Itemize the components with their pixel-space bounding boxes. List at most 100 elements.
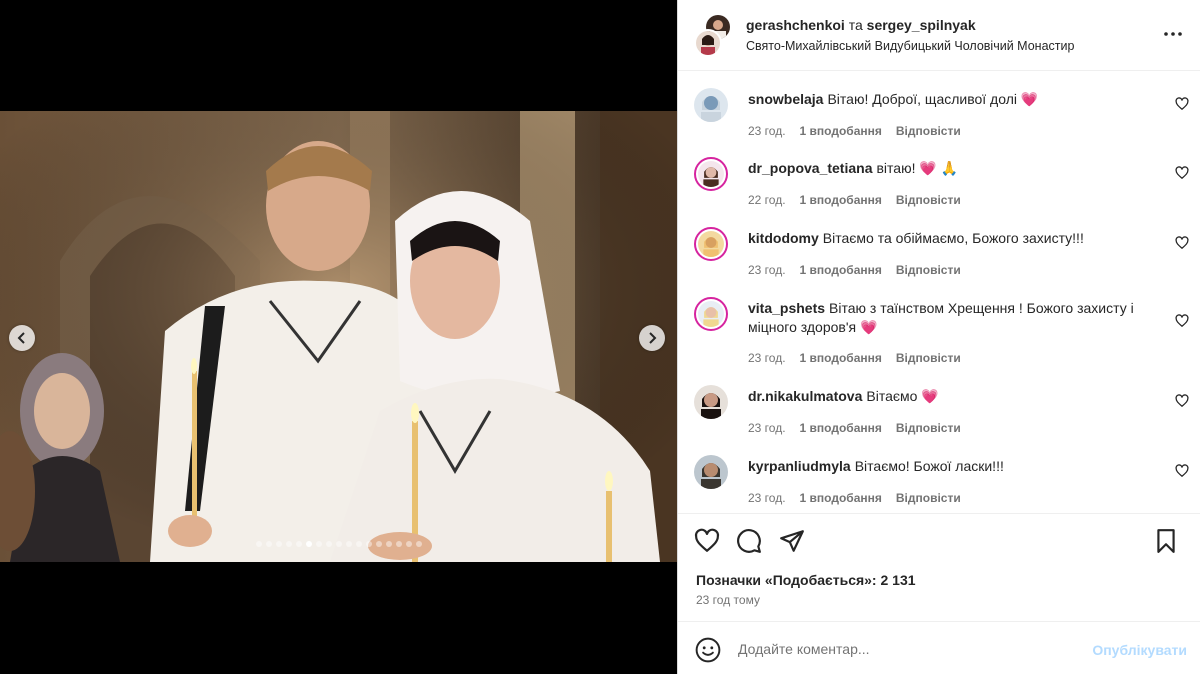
more-options-button[interactable] — [1161, 22, 1185, 46]
add-comment-bar: Опублікувати — [678, 621, 1200, 674]
carousel-dot — [315, 541, 322, 547]
share-paper-plane-icon[interactable] — [779, 528, 805, 554]
likes-count[interactable]: Позначки «Подобається»: 2 131 — [696, 572, 916, 588]
more-horizontal-icon — [1164, 32, 1182, 36]
carousel-dot — [265, 541, 272, 547]
post-timestamp: 23 год тому — [696, 593, 760, 607]
location-link[interactable]: Свято-Михайлівський Видубицький Чоловічи… — [746, 39, 1074, 53]
comment-like-heart-icon[interactable] — [1175, 97, 1189, 111]
comment-text: вітаю! — [876, 160, 916, 176]
next-photo-button[interactable] — [639, 325, 665, 351]
comment-username[interactable]: dr_popova_tetiana — [748, 160, 872, 176]
comment-username[interactable]: dr.nikakulmatova — [748, 388, 862, 404]
carousel-dot — [395, 541, 402, 547]
avatar[interactable] — [694, 157, 728, 191]
carousel-dot — [335, 541, 342, 547]
comment-time: 23 год. — [748, 351, 786, 365]
reply-button[interactable]: Відповісти — [896, 263, 961, 277]
comment-item: snowbelaja Вітаю! Доброї, щасливої долі 💗… — [678, 72, 1200, 142]
publish-comment-button[interactable]: Опублікувати — [1092, 642, 1187, 658]
comment-like-heart-icon[interactable] — [1175, 314, 1189, 328]
carousel-indicator — [0, 541, 677, 547]
carousel-dot — [415, 541, 422, 547]
comment-body: dr.nikakulmatova Вітаємо 💗 — [748, 387, 1148, 406]
comment-meta: 23 год. 1 вподобання Відповісти — [748, 263, 961, 277]
avatar[interactable] — [694, 455, 728, 489]
save-bookmark-icon[interactable] — [1153, 528, 1179, 554]
post-header-text: gerashchenkoi та sergey_spilnyak Свято-М… — [746, 17, 1074, 53]
comment-text: Вітаю! Доброї, щасливої долі — [827, 91, 1017, 107]
comment-item: dr.nikakulmatova Вітаємо 💗 23 год. 1 вподоб… — [678, 369, 1200, 439]
chevron-left-icon — [17, 332, 25, 344]
comment-text: Вітаємо! Божої ласки!!! — [854, 458, 1004, 474]
comment-body: snowbelaja Вітаю! Доброї, щасливої долі 💗 — [748, 90, 1148, 109]
comment-username[interactable]: snowbelaja — [748, 91, 823, 107]
comment-like-heart-icon[interactable] — [1175, 236, 1189, 250]
previous-photo-button[interactable] — [9, 325, 35, 351]
comment-time: 23 год. — [748, 124, 786, 138]
comment-likes[interactable]: 1 вподобання — [800, 491, 882, 505]
comment-username[interactable]: kyrpanliudmyla — [748, 458, 851, 474]
avatar[interactable] — [694, 29, 722, 57]
comment-item: vita_pshets Вітаю з таїнством Хрещення ! … — [678, 281, 1200, 369]
comment-meta: 23 год. 1 вподобання Відповісти — [748, 124, 961, 138]
carousel-dot — [255, 541, 262, 547]
comment-likes[interactable]: 1 вподобання — [800, 421, 882, 435]
comment-time: 22 год. — [748, 193, 786, 207]
reply-button[interactable]: Відповісти — [896, 193, 961, 207]
avatar[interactable] — [694, 297, 728, 331]
reply-button[interactable]: Відповісти — [896, 491, 961, 505]
reply-button[interactable]: Відповісти — [896, 124, 961, 138]
carousel-dot — [365, 541, 372, 547]
comment-meta: 22 год. 1 вподобання Відповісти — [748, 193, 961, 207]
carousel-dot — [325, 541, 332, 547]
username-link[interactable]: gerashchenkoi — [746, 17, 845, 33]
chevron-right-icon — [649, 332, 657, 344]
collab-avatars[interactable] — [694, 13, 734, 57]
avatar[interactable] — [694, 385, 728, 419]
avatar[interactable] — [694, 88, 728, 122]
emoji-smiley-icon[interactable] — [695, 637, 721, 663]
comment-time: 23 год. — [748, 421, 786, 435]
carousel-dot — [295, 541, 302, 547]
comment-item: dr_popova_tetiana вітаю! 💗 🙏 22 год. 1 впод… — [678, 141, 1200, 211]
comment-meta: 23 год. 1 вподобання Відповісти — [748, 421, 961, 435]
reply-button[interactable]: Відповісти — [896, 421, 961, 435]
comment-like-heart-icon[interactable] — [1175, 394, 1189, 408]
username-link[interactable]: sergey_spilnyak — [867, 17, 976, 33]
avatar[interactable] — [694, 227, 728, 261]
post-details-panel: gerashchenkoi та sergey_spilnyak Свято-М… — [677, 0, 1200, 674]
carousel-dot — [305, 541, 312, 547]
comment-likes[interactable]: 1 вподобання — [800, 351, 882, 365]
comment-time: 23 год. — [748, 491, 786, 505]
comment-username[interactable]: kitdodomy — [748, 230, 819, 246]
comment-item: kyrpanliudmyla Вітаємо! Божої ласки!!! 23… — [678, 439, 1200, 509]
post-actions-bar — [678, 513, 1200, 567]
comment-emoji: 💗 — [921, 388, 939, 404]
comment-username[interactable]: vita_pshets — [748, 300, 825, 316]
post-authors: gerashchenkoi та sergey_spilnyak — [746, 17, 1074, 33]
carousel-dot — [385, 541, 392, 547]
comment-like-heart-icon[interactable] — [1175, 464, 1189, 478]
comment-likes[interactable]: 1 вподобання — [800, 193, 882, 207]
post-header: gerashchenkoi та sergey_spilnyak Свято-М… — [678, 0, 1200, 71]
carousel-dot — [355, 541, 362, 547]
post-photo[interactable] — [0, 111, 677, 562]
comment-body: dr_popova_tetiana вітаю! 💗 🙏 — [748, 159, 1148, 178]
comment-like-heart-icon[interactable] — [1175, 166, 1189, 180]
comment-likes[interactable]: 1 вподобання — [800, 263, 882, 277]
like-heart-icon[interactable] — [694, 528, 720, 554]
comment-item: kitdodomy Вітаємо та обіймаємо, Божого за… — [678, 211, 1200, 281]
comment-bubble-icon[interactable] — [736, 528, 762, 554]
comment-body: kitdodomy Вітаємо та обіймаємо, Божого за… — [748, 229, 1148, 248]
comment-body: vita_pshets Вітаю з таїнством Хрещення ! … — [748, 299, 1148, 337]
comment-likes[interactable]: 1 вподобання — [800, 124, 882, 138]
comment-emoji: 💗 — [859, 319, 878, 335]
comment-input[interactable] — [738, 635, 1078, 663]
media-pane — [0, 0, 677, 674]
comment-time: 23 год. — [748, 263, 786, 277]
reply-button[interactable]: Відповісти — [896, 351, 961, 365]
comment-emoji: 💗 — [1020, 91, 1039, 107]
comments-list: snowbelaja Вітаю! Доброї, щасливої долі 💗… — [678, 72, 1200, 512]
comment-meta: 23 год. 1 вподобання Відповісти — [748, 351, 961, 365]
